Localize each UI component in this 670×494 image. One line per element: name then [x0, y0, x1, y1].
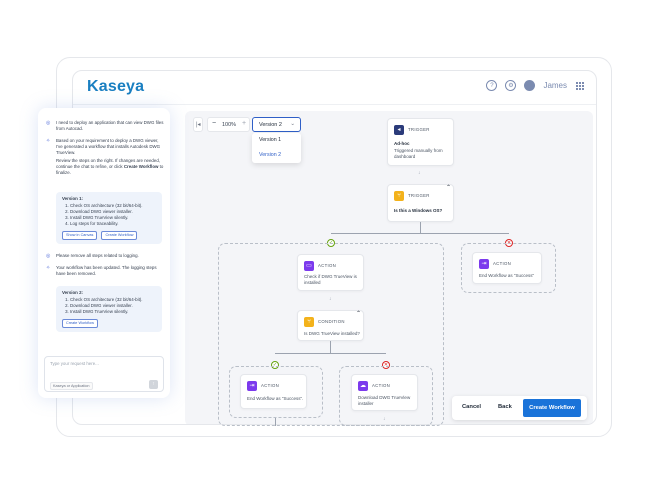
chat-input-placeholder: Type your request here...	[50, 361, 99, 366]
cancel-button[interactable]: Cancel	[462, 404, 481, 410]
trigger-node-windows[interactable]: ⑂ TRIGGER ⌃ Is this a Windows OS?	[387, 184, 454, 222]
message-text: I need to deploy an application that can…	[56, 120, 164, 131]
version-select-value: Version 2	[259, 122, 282, 128]
action-icon: ▭	[304, 261, 314, 271]
connector-line	[420, 222, 421, 233]
version-select[interactable]: Version 2 ⌄	[252, 117, 301, 132]
user-name[interactable]: James	[543, 81, 567, 90]
connector-arrow: ↓	[383, 416, 386, 422]
back-button[interactable]: Back	[498, 404, 512, 410]
node-desc: Triggered manually from dashboard	[394, 148, 443, 159]
connector-line	[331, 233, 509, 234]
collapse-panel-button[interactable]: |◂	[193, 117, 203, 132]
action-node-end-success-left[interactable]: ⇥ ACTION End Workflow as "Success".	[240, 374, 307, 409]
zoom-level: 100%	[222, 122, 237, 128]
user-icon: ◎	[46, 120, 51, 126]
chat-message-user: ◎ Please remove all steps related to log…	[46, 253, 164, 261]
connector-line	[330, 341, 331, 353]
version-menu: Version 1 Version 2	[252, 133, 301, 163]
top-icons: ? ⚙ James	[486, 80, 584, 91]
chat-message-assistant: ✧ Your workflow has been updated. The lo…	[46, 265, 164, 279]
steps-list: Check OS architecture (32 bit/64-bit). D…	[62, 203, 156, 227]
trigger-icon: ◂	[394, 125, 404, 135]
card-title: Version 1:	[62, 196, 83, 201]
chat-message-assistant: ✧ Based on your requirement to deploy a …	[46, 138, 164, 178]
create-workflow-button[interactable]: Create Workflow	[523, 399, 581, 417]
node-title: Is this a Windows OS?	[394, 208, 443, 213]
gear-icon[interactable]: ⚙	[505, 80, 517, 91]
condition-node[interactable]: ⑂ CONDITION ⌃ Is DWG TrueView installed?	[297, 310, 364, 341]
top-bar: Kaseya ? ⚙ James	[73, 71, 596, 105]
message-text: Please remove all steps related to loggi…	[56, 253, 139, 258]
action-icon: ⇥	[479, 259, 489, 269]
version-option-1[interactable]: Version 1	[259, 137, 281, 143]
create-workflow-v2-button[interactable]: Create Workflow	[62, 319, 98, 328]
node-type: TRIGGER	[408, 127, 430, 132]
connector-arrow: ↓	[329, 296, 332, 302]
message-text: Your workflow has been updated. The logg…	[56, 265, 157, 276]
node-type: TRIGGER	[408, 193, 430, 198]
ai-sparkle-icon: ✧	[46, 138, 51, 144]
zoom-control: − 100% +	[207, 117, 250, 132]
branch-icon: ⑂	[304, 317, 314, 327]
chat-message-user: ◎ I need to deploy an application that c…	[46, 120, 164, 134]
node-type: ACTION	[261, 383, 280, 388]
collapse-chevron-icon[interactable]: ⌃	[356, 311, 361, 317]
action-node-check-installed[interactable]: ▭ ACTION Check if DWG TrueView is instal…	[297, 254, 364, 291]
node-type: ACTION	[372, 383, 391, 388]
action-node-end-success-right[interactable]: ⇥ ACTION End Workflow as "Success"	[472, 252, 542, 284]
ai-sparkle-icon: ✧	[46, 265, 51, 271]
chat-panel: ◎ I need to deploy an application that c…	[38, 108, 170, 398]
help-icon[interactable]: ?	[486, 80, 498, 91]
collapse-chevron-icon[interactable]: ⌃	[446, 185, 451, 191]
node-desc: End Workflow as "Success"	[479, 273, 535, 278]
attach-context-button[interactable]: Kaseya or Application	[50, 382, 93, 390]
message-text: Based on your requirement to deploy a DW…	[56, 138, 161, 155]
action-icon: ⇥	[247, 381, 257, 391]
node-desc: Download DWG TrueView installer	[358, 395, 411, 406]
zoom-out-button[interactable]: −	[212, 120, 216, 127]
message-bold: Create Workflow	[123, 164, 159, 169]
version-2-card: Version 2: Check OS architecture (32 bit…	[56, 286, 162, 332]
action-node-download[interactable]: ☁ ACTION Download DWG TrueView installer	[351, 374, 418, 411]
footer-actions: Cancel Back Create Workflow	[452, 396, 587, 420]
node-type: ACTION	[493, 261, 512, 266]
branch-icon: ⑂	[394, 191, 404, 201]
node-desc: Is DWG TrueView installed?	[304, 331, 360, 336]
version-1-card: Version 1: Check OS architecture (32 bit…	[56, 192, 162, 244]
user-icon: ◎	[46, 253, 51, 259]
node-type: ACTION	[318, 263, 337, 268]
chat-input[interactable]: Type your request here... Kaseya or Appl…	[44, 356, 164, 392]
list-item: Log steps for traceability.	[70, 221, 156, 227]
card-title: Version 2:	[62, 290, 83, 295]
node-desc: Check if DWG TrueView is installed	[304, 274, 357, 285]
avatar[interactable]	[524, 80, 536, 91]
message-text: Review the steps on the right. If change…	[56, 158, 164, 176]
version-option-2[interactable]: Version 2	[259, 152, 281, 158]
zoom-in-button[interactable]: +	[242, 120, 246, 127]
panel-toggle-icon: |◂	[196, 122, 201, 128]
chevron-down-icon: ⌄	[290, 121, 295, 127]
trigger-node-adhoc[interactable]: ◂ TRIGGER Ad-hoc Triggered manually from…	[387, 118, 454, 166]
show-in-canvas-button[interactable]: Show in Canvas	[62, 231, 98, 240]
node-title: Ad-hoc	[394, 141, 410, 146]
cloud-download-icon: ☁	[358, 381, 368, 391]
steps-list: Check OS architecture (32 bit/64-bit). D…	[62, 297, 156, 315]
send-icon[interactable]: ↑	[149, 380, 158, 389]
connector-arrow: ↓	[418, 170, 421, 176]
create-workflow-v1-button[interactable]: Create Workflow	[101, 231, 138, 240]
list-item: Install DWG TrueView silently.	[70, 309, 156, 315]
node-desc: End Workflow as "Success".	[247, 396, 304, 401]
connector-line	[275, 418, 276, 426]
apps-grid-icon[interactable]	[575, 81, 584, 90]
node-type: CONDITION	[318, 319, 345, 324]
connector-line	[275, 353, 386, 354]
kaseya-logo: Kaseya	[87, 78, 145, 95]
